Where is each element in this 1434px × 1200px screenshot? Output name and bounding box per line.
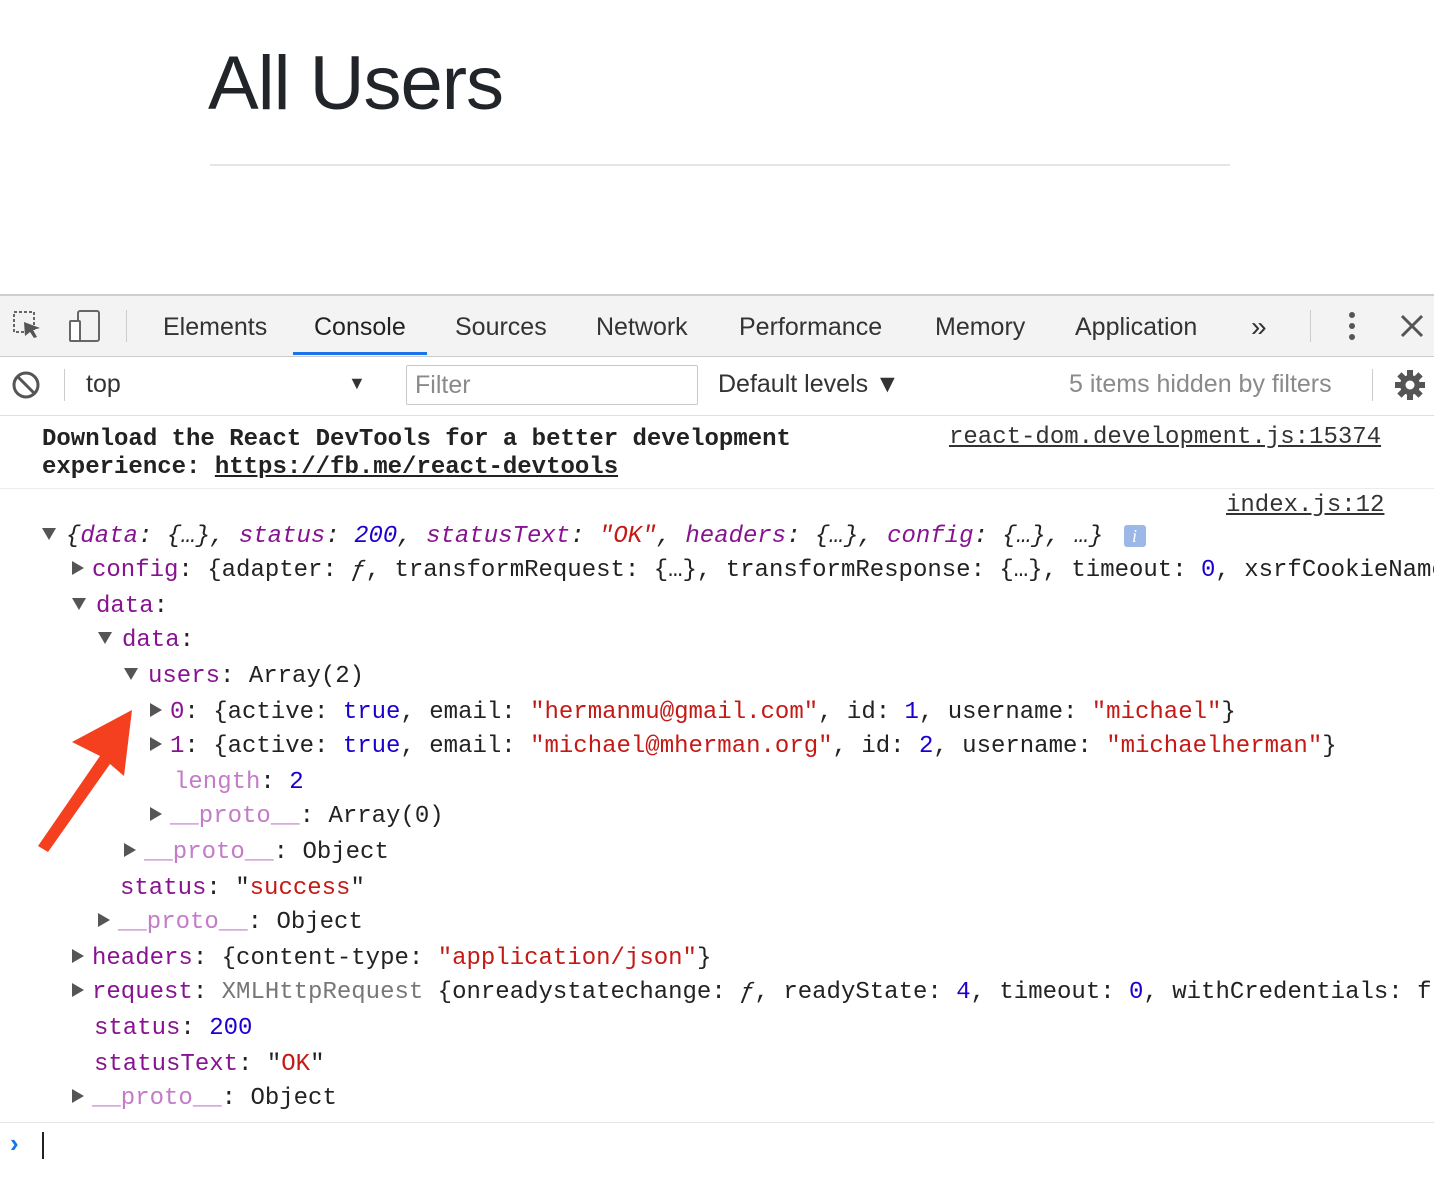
expand-triangle-icon[interactable] bbox=[124, 843, 136, 858]
toolbar-divider bbox=[64, 369, 65, 401]
headers-row[interactable]: headers: {content-type: "application/jso… bbox=[72, 942, 711, 976]
console-message-devtools-hint: Download the React DevTools for a better… bbox=[0, 416, 1434, 489]
user-row-1[interactable]: 1: {active: true, email: "michael@mherma… bbox=[150, 730, 1337, 764]
length-row: length: 2 bbox=[174, 769, 304, 796]
tab-performance[interactable]: Performance bbox=[718, 296, 903, 354]
tab-sources[interactable]: Sources bbox=[434, 296, 568, 354]
data-row[interactable]: data: bbox=[72, 590, 168, 624]
toolbar-divider bbox=[126, 310, 127, 342]
console-prompt-icon: › bbox=[10, 1128, 19, 1158]
console-filter-bar: top ▼ Default levels ▼ 5 items hidden by… bbox=[0, 357, 1434, 416]
status-success-row: status: "success" bbox=[120, 875, 365, 902]
expand-triangle-icon[interactable] bbox=[98, 913, 110, 928]
tab-application[interactable]: Application bbox=[1054, 296, 1218, 354]
status-row: status: 200 bbox=[94, 1015, 253, 1042]
collapse-triangle-icon[interactable] bbox=[98, 632, 112, 645]
proto-object-row[interactable]: __proto__: Object bbox=[124, 836, 389, 870]
collapse-triangle-icon[interactable] bbox=[42, 528, 56, 541]
proto-object-row[interactable]: __proto__: Object bbox=[72, 1082, 337, 1116]
react-devtools-link[interactable]: https://fb.me/react-devtools bbox=[215, 454, 618, 481]
collapse-triangle-icon[interactable] bbox=[72, 598, 86, 611]
chevron-down-icon[interactable]: ▼ bbox=[348, 373, 366, 394]
page-title: All Users bbox=[208, 41, 504, 126]
filter-input[interactable] bbox=[406, 365, 698, 405]
hidden-items-status: 5 items hidden by filters bbox=[1069, 370, 1332, 398]
devtools-tab-bar: Elements Console Sources Network Perform… bbox=[0, 296, 1434, 357]
device-toolbar-icon[interactable] bbox=[66, 308, 102, 344]
source-link[interactable]: index.js:12 bbox=[1226, 492, 1384, 519]
source-link[interactable]: react-dom.development.js:15374 bbox=[949, 424, 1381, 451]
inner-data-row[interactable]: data: bbox=[98, 624, 194, 658]
config-row[interactable]: config: {adapter: ƒ, transformRequest: {… bbox=[72, 554, 1434, 588]
expand-triangle-icon[interactable] bbox=[72, 1089, 84, 1104]
response-object-summary[interactable]: {data: {…}, status: 200, statusText: "OK… bbox=[42, 520, 1146, 554]
clear-console-icon[interactable] bbox=[8, 367, 44, 403]
expand-triangle-icon[interactable] bbox=[150, 703, 162, 718]
expand-triangle-icon[interactable] bbox=[72, 949, 84, 964]
expand-triangle-icon[interactable] bbox=[150, 807, 162, 822]
kebab-menu-icon[interactable] bbox=[1336, 308, 1368, 344]
more-tabs-icon[interactable]: » bbox=[1230, 296, 1288, 354]
statusText-row: statusText: "OK" bbox=[94, 1051, 325, 1078]
close-icon[interactable] bbox=[1396, 308, 1428, 344]
tab-elements[interactable]: Elements bbox=[142, 296, 288, 354]
title-divider bbox=[210, 164, 1230, 166]
info-icon[interactable]: i bbox=[1123, 524, 1146, 547]
console-output: Download the React DevTools for a better… bbox=[0, 416, 1434, 1200]
toolbar-divider bbox=[1372, 369, 1373, 401]
log-levels-dropdown[interactable]: Default levels ▼ bbox=[718, 370, 900, 399]
collapse-triangle-icon[interactable] bbox=[124, 668, 138, 681]
devtools-panel: Elements Console Sources Network Perform… bbox=[0, 294, 1434, 1200]
request-row[interactable]: request: XMLHttpRequest {onreadystatecha… bbox=[72, 976, 1431, 1010]
users-row[interactable]: users: Array(2) bbox=[124, 660, 364, 694]
devtools-hint-text: Download the React DevTools for a better… bbox=[42, 426, 791, 481]
context-selector[interactable]: top bbox=[86, 370, 121, 399]
expand-triangle-icon[interactable] bbox=[72, 983, 84, 998]
user-row-0[interactable]: 0: {active: true, email: "hermanmu@gmail… bbox=[150, 696, 1236, 730]
proto-array-row[interactable]: __proto__: Array(0) bbox=[150, 800, 444, 834]
tab-console[interactable]: Console bbox=[293, 296, 427, 355]
proto-object-row[interactable]: __proto__: Object bbox=[98, 906, 363, 940]
tab-network[interactable]: Network bbox=[575, 296, 709, 354]
inspect-element-icon[interactable] bbox=[10, 308, 46, 344]
toolbar-divider bbox=[1310, 310, 1311, 342]
tab-memory[interactable]: Memory bbox=[914, 296, 1046, 354]
prompt-divider bbox=[0, 1122, 1434, 1123]
gear-icon[interactable] bbox=[1392, 367, 1428, 403]
expand-triangle-icon[interactable] bbox=[150, 737, 162, 752]
console-input[interactable] bbox=[42, 1132, 44, 1159]
expand-triangle-icon[interactable] bbox=[72, 561, 84, 576]
